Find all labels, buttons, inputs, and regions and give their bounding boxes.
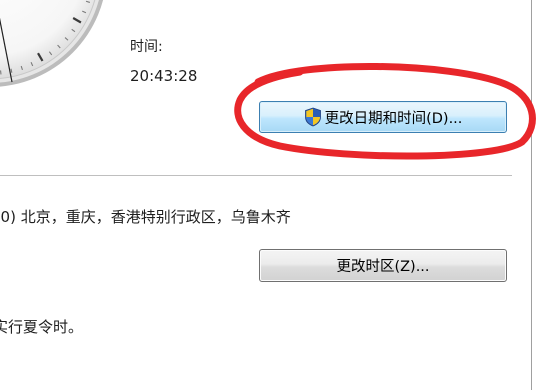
- change-timezone-button[interactable]: 更改时区(Z)...: [259, 249, 507, 282]
- time-value: 20:43:28: [130, 67, 198, 85]
- datetime-settings-panel: 时间: 20:43:28 更改日期和时间(D)... 00) 北京，重庆，香港特…: [0, 0, 541, 390]
- analog-clock: [0, 0, 104, 87]
- change-timezone-label: 更改时区(Z)...: [336, 259, 430, 275]
- section-divider: [0, 175, 512, 176]
- dst-note: 实行夏令时。: [0, 318, 84, 336]
- time-label: 时间:: [130, 39, 163, 55]
- uac-shield-icon: [304, 107, 321, 127]
- window-border: [531, 0, 532, 390]
- change-datetime-label: 更改日期和时间(D)...: [324, 110, 463, 127]
- timezone-description: 00) 北京，重庆，香港特别行政区，乌鲁木齐: [0, 208, 291, 226]
- change-datetime-button[interactable]: 更改日期和时间(D)...: [259, 101, 507, 133]
